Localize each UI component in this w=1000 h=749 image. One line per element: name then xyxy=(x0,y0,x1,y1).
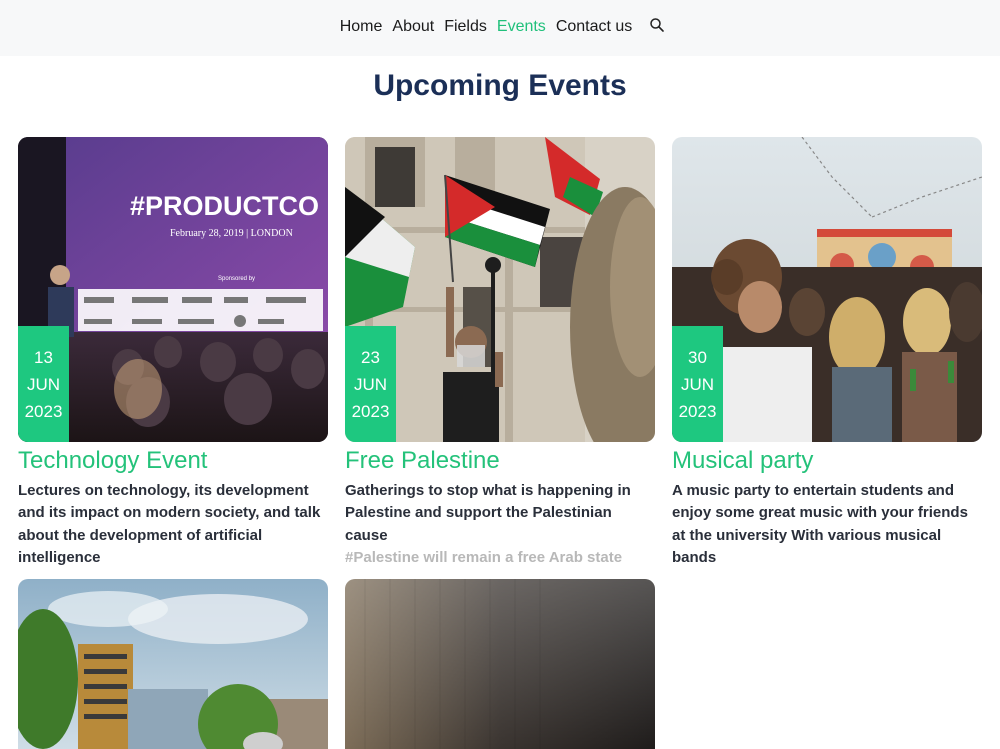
nav-contact-link[interactable]: Contact us xyxy=(556,17,632,37)
event-description: A music party to entertain students and … xyxy=(672,482,968,566)
event-description: Gatherings to stop what is happening in … xyxy=(345,482,631,544)
event-image-dark[interactable] xyxy=(345,579,655,749)
event-image-free-palestine[interactable]: 23 JUN 2023 xyxy=(345,137,655,442)
page-title: Upcoming Events xyxy=(373,69,627,102)
event-day: 13 xyxy=(34,348,53,367)
event-image-campus[interactable] xyxy=(18,579,328,749)
event-title[interactable]: Musical party xyxy=(672,446,982,476)
event-card-free-palestine[interactable]: 23 JUN 2023 Free Palestine Gatherings to… xyxy=(345,137,655,569)
event-date-badge: 23 JUN 2023 xyxy=(345,326,396,442)
main-nav: Home About Fields Events Contact us xyxy=(0,17,1000,37)
slide-sponsored-text: Sponsored by xyxy=(218,276,255,282)
slide-subtitle-text: February 28, 2019 | LONDON xyxy=(170,228,293,239)
event-date-badge: 30 JUN 2023 xyxy=(672,326,723,442)
texture-photo xyxy=(345,579,655,749)
search-icon[interactable] xyxy=(649,17,665,33)
event-year: 2023 xyxy=(351,402,390,421)
event-card-dark[interactable] xyxy=(345,579,655,749)
event-title[interactable]: Technology Event xyxy=(18,446,328,476)
event-image-musical-party[interactable]: 30 JUN 2023 xyxy=(672,137,982,442)
nav-about-link[interactable]: About xyxy=(392,17,434,37)
event-year: 2023 xyxy=(24,402,63,421)
event-image-technology[interactable]: #PRODUCTCO February 28, 2019 | LONDON Sp… xyxy=(18,137,328,442)
event-card-technology[interactable]: #PRODUCTCO February 28, 2019 | LONDON Sp… xyxy=(18,137,328,569)
event-day: 23 xyxy=(361,348,380,367)
event-card-musical-party[interactable]: 30 JUN 2023 Musical party A music party … xyxy=(672,137,982,569)
event-month: JUN xyxy=(680,375,715,394)
event-card-campus[interactable] xyxy=(18,579,328,749)
campus-photo xyxy=(18,579,328,749)
slide-title-text: #PRODUCTCO xyxy=(130,191,319,221)
event-date-badge: 13 JUN 2023 xyxy=(18,326,69,442)
event-note: #Palestine will remain a free Arab state xyxy=(345,548,623,566)
event-month: JUN xyxy=(26,375,61,394)
top-navigation-bar: Home About Fields Events Contact us xyxy=(0,0,1000,56)
event-month: JUN xyxy=(353,375,388,394)
event-description: Lectures on technology, its development … xyxy=(18,482,321,566)
nav-home-link[interactable]: Home xyxy=(340,17,383,37)
nav-events-link[interactable]: Events xyxy=(497,17,546,37)
event-title[interactable]: Free Palestine xyxy=(345,446,655,476)
event-day: 30 xyxy=(688,348,707,367)
event-year: 2023 xyxy=(678,402,717,421)
nav-fields-link[interactable]: Fields xyxy=(444,17,487,37)
